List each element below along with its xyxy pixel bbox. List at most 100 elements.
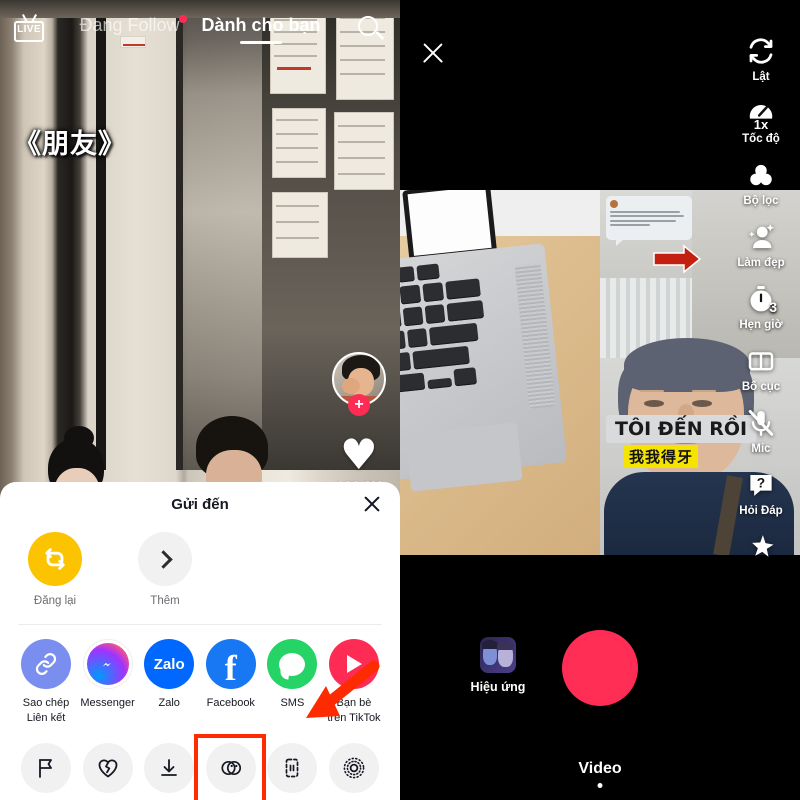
share-sheet-header: Gửi đến xyxy=(0,482,400,526)
elevator-glass xyxy=(183,0,273,470)
tab-following-label: Đang Follow xyxy=(79,15,179,35)
tool-label: Bố cục xyxy=(742,381,780,393)
tool-beautify[interactable]: Làm đẹp xyxy=(728,220,794,269)
beautify-icon xyxy=(744,220,778,254)
share-target-label: Facebook xyxy=(207,696,255,710)
search-icon[interactable] xyxy=(356,14,386,44)
flag-icon xyxy=(21,743,71,793)
tiktok-feed-panel: 《朋友》 LIVE Đang Follow Dành cho bạn xyxy=(0,0,400,800)
share-target-copy-link[interactable]: Sao chép Liên kết xyxy=(18,639,74,725)
tool-mic[interactable]: Mic xyxy=(728,406,794,455)
elevator-door-frame xyxy=(176,0,183,470)
speed-icon: 1x xyxy=(744,96,778,130)
flip-camera-icon xyxy=(744,34,778,68)
mode-indicator-dot xyxy=(598,783,603,788)
video-actions-row: Báo cáo Không quan tâm xyxy=(0,725,400,800)
tool-label: Hẹn giờ xyxy=(739,319,782,331)
tool-label: Lật xyxy=(752,71,769,83)
share-target-label: Sao chép Liên kết xyxy=(23,696,69,725)
more-button[interactable]: Thêm xyxy=(132,532,198,608)
effects-label: Hiệu ứng xyxy=(471,680,526,694)
tab-for-you[interactable]: Dành cho bạn xyxy=(202,15,321,44)
repost-button[interactable]: Đăng lại xyxy=(22,532,88,608)
repost-label: Đăng lại xyxy=(34,594,76,608)
elevator-door-frame xyxy=(96,0,106,470)
notification-dot xyxy=(179,15,187,23)
layout-icon xyxy=(744,344,778,378)
more-label: Thêm xyxy=(150,594,179,608)
action-live-photo[interactable]: Live Photo xyxy=(326,743,382,800)
notice-sheet xyxy=(334,112,394,190)
svg-text:?: ? xyxy=(757,476,765,491)
repost-icon xyxy=(28,532,82,586)
action-report[interactable]: Báo cáo xyxy=(18,743,74,800)
chevron-right-icon xyxy=(138,532,192,586)
duet-camera-panel: TÔI ĐẾN RỒI 我我得牙 Lật xyxy=(400,0,800,800)
share-target-label: Messenger xyxy=(80,696,134,710)
share-target-zalo[interactable]: Zalo Zalo xyxy=(141,639,197,725)
comment-bubble xyxy=(606,196,692,240)
tool-label: Hỏi Đáp xyxy=(739,505,782,517)
share-target-facebook[interactable]: f Facebook xyxy=(203,639,259,725)
follow-button[interactable]: + xyxy=(348,394,370,416)
camera-tool-rail: Lật 1x Tốc độ Bộ lọc xyxy=(728,34,794,580)
timer-icon: 3 xyxy=(744,282,778,316)
primary-actions-row: Đăng lại Thêm xyxy=(0,526,400,608)
feed-action-rail: + ♥ 106,9K xyxy=(328,352,390,494)
tool-flip[interactable]: Lật xyxy=(728,34,794,83)
tool-speed[interactable]: 1x Tốc độ xyxy=(728,96,794,145)
duet-camera-half xyxy=(400,190,600,555)
tab-following[interactable]: Đang Follow xyxy=(79,15,179,44)
zalo-glyph: Zalo xyxy=(154,656,185,673)
close-icon[interactable] xyxy=(362,494,382,514)
facebook-icon: f xyxy=(206,639,256,689)
feed-tabs: Đang Follow Dành cho bạn xyxy=(44,15,356,44)
record-button[interactable] xyxy=(562,630,638,706)
share-target-label: Zalo xyxy=(158,696,179,710)
share-target-messenger[interactable]: Messenger xyxy=(80,639,136,725)
tool-label: Tốc độ xyxy=(742,133,780,145)
video-text-overlay: 《朋友》 xyxy=(14,122,126,161)
live-icon[interactable]: LIVE xyxy=(14,16,44,42)
duet-icon xyxy=(206,743,256,793)
live-label: LIVE xyxy=(14,24,44,35)
live-photo-icon xyxy=(329,743,379,793)
duet-caption-cn: 我我得牙 xyxy=(624,445,698,468)
filters-icon xyxy=(744,158,778,192)
like-icon[interactable]: ♥ xyxy=(340,434,378,476)
action-save-video[interactable]: Lưu video xyxy=(141,743,197,800)
tool-qa[interactable]: ? Hỏi Đáp xyxy=(728,468,794,517)
close-icon[interactable] xyxy=(420,40,446,66)
annotation-arrow-duet xyxy=(286,660,382,732)
notice-sheet xyxy=(272,192,328,258)
tool-filters[interactable]: Bộ lọc xyxy=(728,158,794,207)
notice-sheet xyxy=(272,108,326,178)
timer-badge: 3 xyxy=(769,299,777,315)
action-duet[interactable]: Duet xyxy=(203,743,259,800)
mic-off-icon xyxy=(744,406,778,440)
facebook-glyph: f xyxy=(225,646,237,690)
action-not-interested[interactable]: Không quan tâm xyxy=(80,743,136,800)
tab-for-you-label: Dành cho bạn xyxy=(202,15,321,35)
effects-thumbnail xyxy=(480,637,516,673)
red-arrow-overlay xyxy=(652,244,714,274)
mode-label[interactable]: Video xyxy=(400,760,800,778)
tool-label: Mic xyxy=(751,443,770,455)
tool-timer[interactable]: 3 Hẹn giờ xyxy=(728,282,794,331)
qa-icon: ? xyxy=(744,468,778,502)
action-stitch[interactable]: Stitch xyxy=(264,743,320,800)
effects-button[interactable]: Hiệu ứng xyxy=(462,637,534,694)
laptop-keyboard xyxy=(400,255,533,419)
stitch-icon xyxy=(267,743,317,793)
screenshot-root: 《朋友》 LIVE Đang Follow Dành cho bạn xyxy=(0,0,800,800)
zalo-icon: Zalo xyxy=(144,639,194,689)
broken-heart-icon xyxy=(83,743,133,793)
tool-label: Bộ lọc xyxy=(743,195,778,207)
download-icon xyxy=(144,743,194,793)
share-sheet: Gửi đến Đăng lại xyxy=(0,482,400,800)
share-sheet-title: Gửi đến xyxy=(171,496,229,513)
link-icon xyxy=(21,639,71,689)
tool-layout[interactable]: Bố cục xyxy=(728,344,794,393)
tool-label: Làm đẹp xyxy=(737,257,784,269)
speed-badge: 1x xyxy=(754,117,768,132)
